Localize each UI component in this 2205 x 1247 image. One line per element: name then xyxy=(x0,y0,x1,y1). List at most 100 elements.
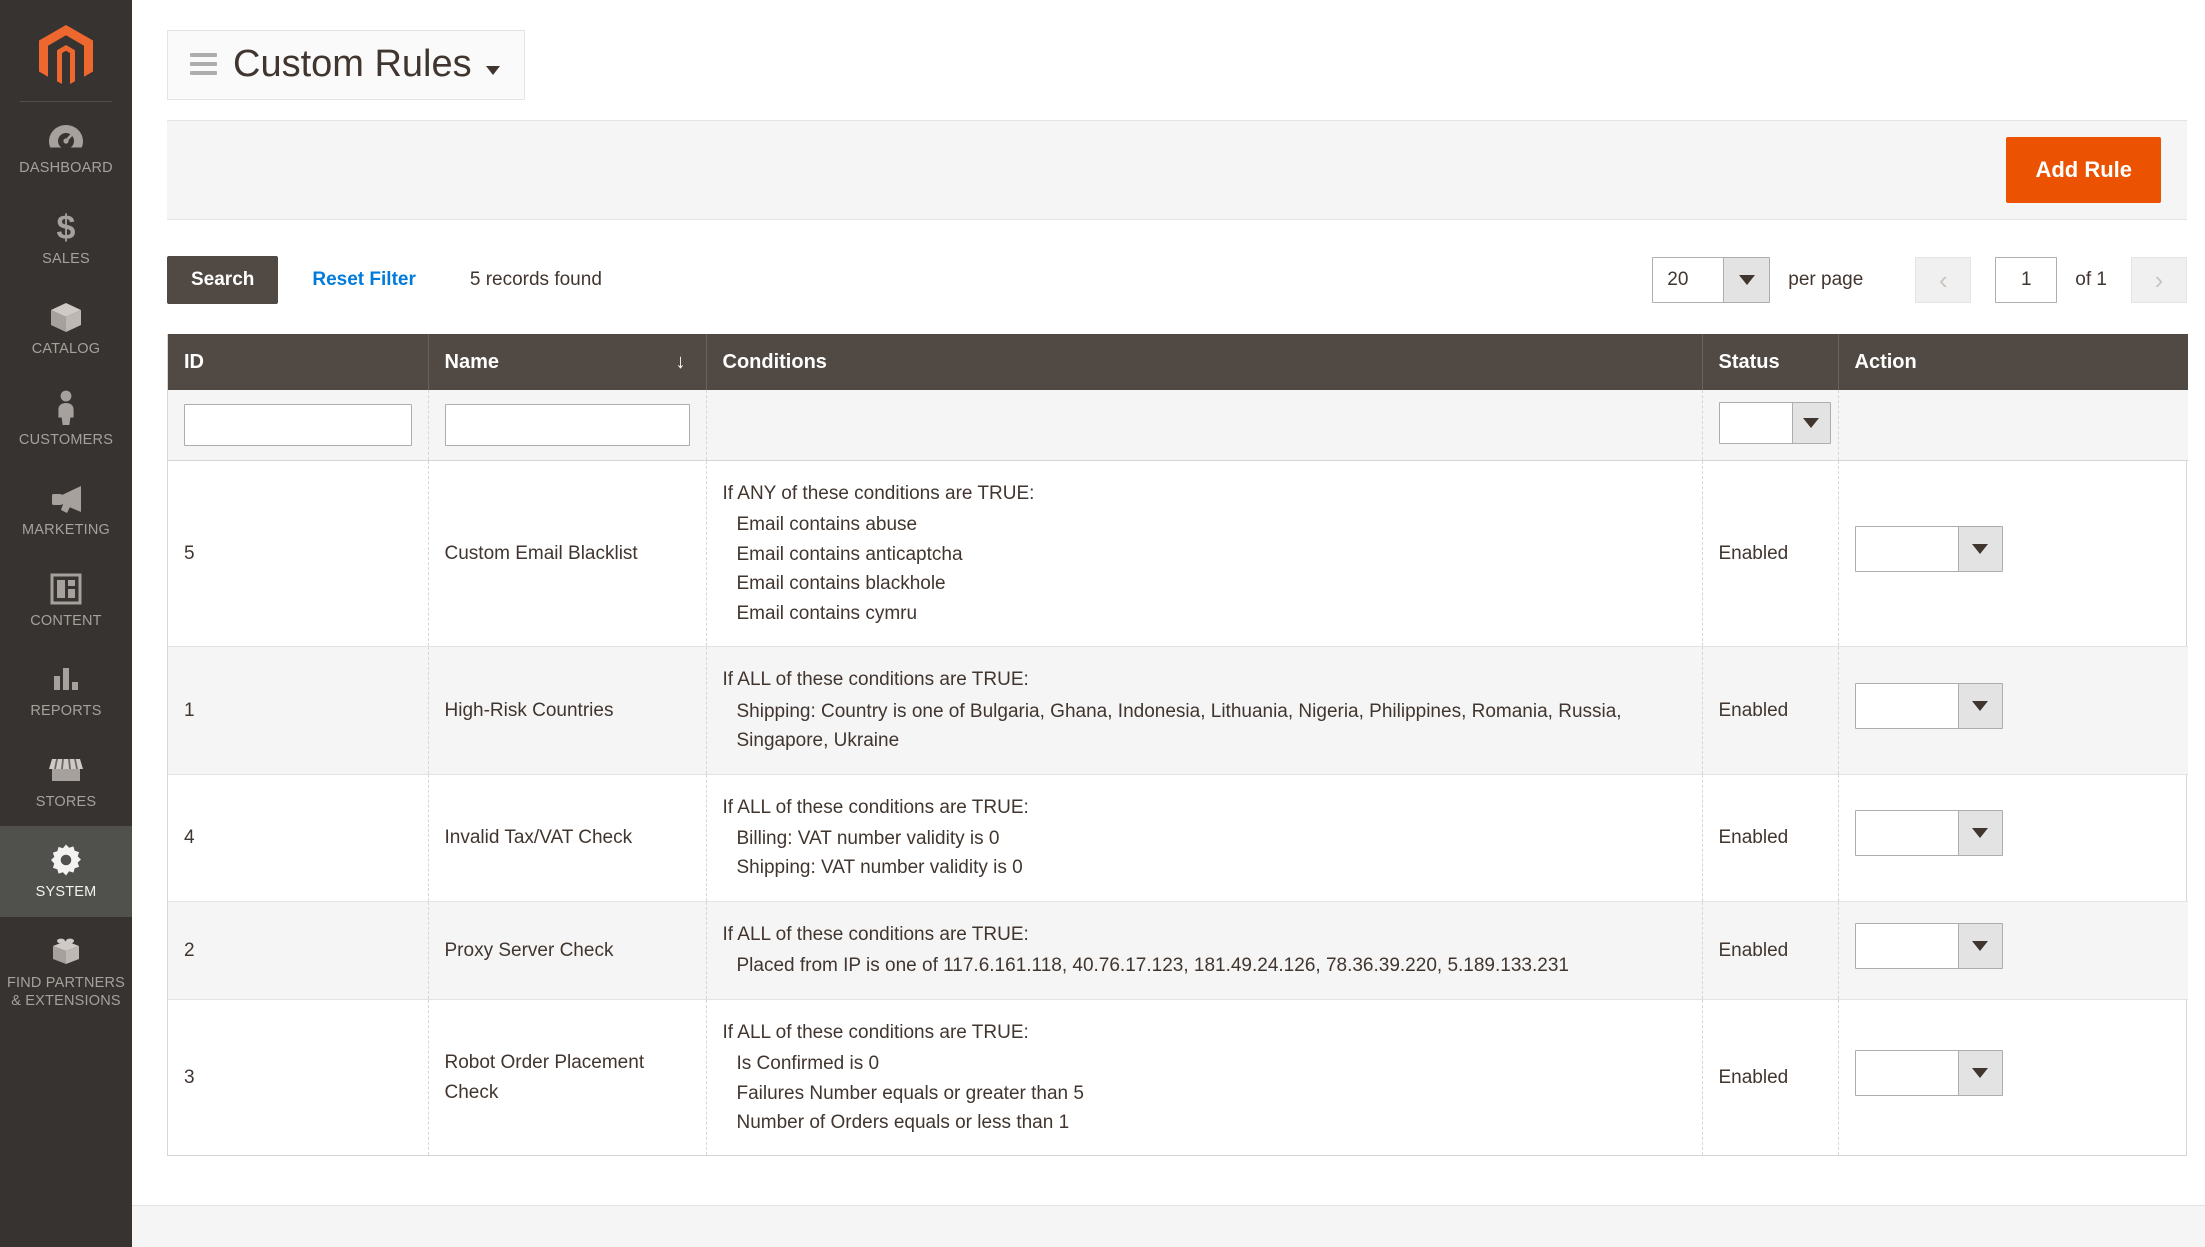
cell-conditions: If ALL of these conditions are TRUE: Ship… xyxy=(706,646,1703,775)
cell-name: Invalid Tax/VAT Check xyxy=(428,774,707,902)
rules-grid: ID Name ↓ Conditions Status Action 5 Cus… xyxy=(167,334,2188,1157)
sidebar-item-content[interactable]: CONTENT xyxy=(0,555,132,646)
dollar-sign-icon: $ xyxy=(4,208,128,246)
row-action-value xyxy=(1855,527,1958,572)
gear-icon xyxy=(4,841,128,879)
row-action-value xyxy=(1855,1051,1958,1096)
sort-descending-icon: ↓ xyxy=(675,350,686,373)
sidebar-item-sales[interactable]: $ SALES xyxy=(0,193,132,284)
sidebar-item-label: SYSTEM xyxy=(35,884,97,901)
filter-cell-action xyxy=(1838,390,2188,461)
condition-item: Billing: VAT number validity is 0 xyxy=(736,827,1000,849)
sidebar-item-find-partners-extensions[interactable]: FIND PARTNERS & EXTENSIONS xyxy=(0,917,132,1026)
chevron-left-icon: ‹ xyxy=(1938,265,1948,295)
filter-id-input[interactable] xyxy=(184,404,412,446)
status-badge: Enabled xyxy=(1702,901,1839,1000)
cell-action xyxy=(1838,774,2188,902)
per-page-select[interactable]: 20 xyxy=(1652,257,1771,303)
filter-name-input[interactable] xyxy=(444,404,690,446)
filter-cell-status xyxy=(1702,390,1839,461)
table-row[interactable]: 3 Robot Order Placement Check If ALL of th… xyxy=(168,999,2188,1156)
page-title-menu[interactable]: Custom Rules xyxy=(167,30,525,100)
chevron-down-icon xyxy=(1957,527,2002,572)
sidebar-item-stores[interactable]: STORES xyxy=(0,736,132,827)
condition-header: If ALL of these conditions are TRUE: xyxy=(722,923,1029,945)
row-action-select[interactable] xyxy=(1854,1050,2003,1097)
add-rule-button[interactable]: Add Rule xyxy=(2006,137,2161,203)
column-header-label: Status xyxy=(1718,350,1780,373)
cell-id: 2 xyxy=(168,901,429,1000)
filter-status-select[interactable] xyxy=(1718,402,1831,444)
sidebar-item-label: DASHBOARD xyxy=(19,160,113,176)
chevron-down-icon[interactable] xyxy=(485,65,500,75)
cell-name: Robot Order Placement Check xyxy=(428,999,707,1156)
table-row[interactable]: 4 Invalid Tax/VAT Check If ALL of these co… xyxy=(168,774,2188,902)
column-header-label: Name xyxy=(444,350,499,373)
condition-item: Email contains cymru xyxy=(736,602,918,624)
hamburger-icon[interactable] xyxy=(190,48,217,80)
table-row[interactable]: 2 Proxy Server Check If ALL of these condi… xyxy=(168,901,2188,1000)
condition-item: Shipping: Country is one of Bulgaria, Gh… xyxy=(736,700,1622,752)
row-action-select[interactable] xyxy=(1854,923,2003,970)
status-badge: Enabled xyxy=(1702,774,1839,902)
cell-conditions: If ALL of these conditions are TRUE: Bill… xyxy=(706,774,1703,902)
condition-header: If ANY of these conditions are TRUE: xyxy=(722,483,1035,504)
pager: 20 per page ‹ of 1 › xyxy=(1652,257,2187,303)
dashboard-gauge-icon xyxy=(4,117,128,155)
condition-header: If ALL of these conditions are TRUE: xyxy=(722,669,1029,691)
previous-page-button[interactable]: ‹ xyxy=(1915,257,1972,303)
search-button[interactable]: Search xyxy=(167,256,279,304)
person-icon xyxy=(4,389,128,427)
sidebar-item-label: CATALOG xyxy=(31,341,101,358)
sidebar-item-customers[interactable]: CUSTOMERS xyxy=(0,374,132,465)
main-content: Custom Rules Add Rule Search Reset Filte… xyxy=(132,0,2205,1247)
cell-conditions: If ALL of these conditions are TRUE: Plac… xyxy=(706,901,1703,1000)
grid-toolbar: Search Reset Filter 5 records found 20 p… xyxy=(167,220,2187,334)
cell-conditions: If ANY of these conditions are TRUE: Emai… xyxy=(706,460,1703,648)
magento-logo[interactable] xyxy=(20,10,112,102)
column-header-name[interactable]: Name ↓ xyxy=(428,334,707,390)
cell-action xyxy=(1838,999,2188,1155)
filter-cell-name xyxy=(428,390,707,461)
filter-status-value xyxy=(1719,403,1792,443)
row-action-select[interactable] xyxy=(1854,683,2003,730)
sidebar-item-system[interactable]: SYSTEM xyxy=(0,826,132,917)
column-header-status[interactable]: Status xyxy=(1702,334,1839,390)
row-action-select[interactable] xyxy=(1854,810,2003,857)
sidebar-item-catalog[interactable]: CATALOG xyxy=(0,283,132,374)
sidebar-item-label: CUSTOMERS xyxy=(18,431,114,448)
sidebar-item-label: REPORTS xyxy=(30,703,102,720)
filter-cell-id xyxy=(168,390,429,461)
row-action-value xyxy=(1855,684,1958,729)
condition-item: Placed from IP is one of 117.6.161.118, … xyxy=(736,955,1569,977)
chevron-right-icon: › xyxy=(2154,265,2164,295)
sidebar-item-marketing[interactable]: MARKETING xyxy=(0,464,132,555)
sidebar-item-reports[interactable]: REPORTS xyxy=(0,645,132,736)
reset-filter-link[interactable]: Reset Filter xyxy=(312,269,415,291)
layout-icon xyxy=(4,570,128,608)
condition-item: Is Confirmed is 0 xyxy=(736,1053,880,1075)
lego-brick-icon xyxy=(4,932,128,970)
column-header-label: Conditions xyxy=(722,350,827,373)
condition-item: Email contains anticaptcha xyxy=(736,543,963,565)
rules-table: ID Name ↓ Conditions Status Action 5 Cus… xyxy=(168,334,2188,1156)
table-row[interactable]: 5 Custom Email Blacklist If ANY of these c… xyxy=(168,460,2188,648)
current-page-input[interactable] xyxy=(1995,257,2058,303)
cell-action xyxy=(1838,460,2188,648)
sidebar-item-label: FIND PARTNERS & EXTENSIONS xyxy=(6,974,126,1010)
sidebar-item-dashboard[interactable]: DASHBOARD xyxy=(0,102,132,193)
condition-header: If ALL of these conditions are TRUE: xyxy=(722,796,1029,818)
condition-item: Email contains blackhole xyxy=(736,573,946,595)
column-header-conditions[interactable]: Conditions xyxy=(706,334,1703,390)
megaphone-icon xyxy=(4,479,128,517)
sidebar-item-label: STORES xyxy=(35,793,97,810)
condition-header: If ALL of these conditions are TRUE: xyxy=(722,1021,1029,1043)
cell-name: High-Risk Countries xyxy=(428,646,707,775)
cell-id: 1 xyxy=(168,646,429,775)
filter-row xyxy=(168,390,2188,461)
row-action-select[interactable] xyxy=(1854,526,2003,573)
next-page-button[interactable]: › xyxy=(2131,257,2187,303)
table-row[interactable]: 1 High-Risk Countries If ALL of these cond… xyxy=(168,646,2188,775)
column-header-id[interactable]: ID xyxy=(168,334,429,390)
row-action-value xyxy=(1855,811,1958,856)
